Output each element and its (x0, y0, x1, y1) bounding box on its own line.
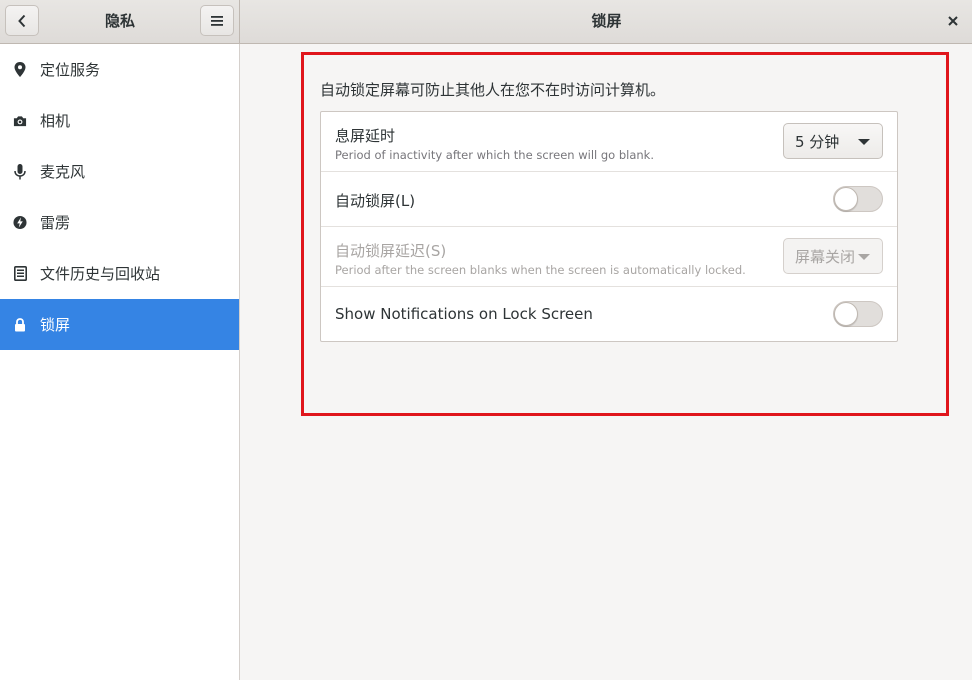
lock-icon (13, 317, 27, 333)
switch-knob (834, 302, 858, 326)
row-title: 自动锁屏延迟(S) (335, 242, 447, 260)
settings-list: 息屏延时 Period of inactivity after which th… (320, 111, 898, 342)
row-subtitle: Period after the screen blanks when the … (335, 263, 746, 277)
main-panel: 自动锁定屏幕可防止其他人在您不在时访问计算机。 息屏延时 Period of i… (241, 44, 972, 680)
document-icon (13, 266, 27, 282)
hamburger-menu-icon (211, 15, 223, 26)
sidebar-item-label: 麦克风 (40, 163, 86, 181)
lock-delay-row: 自动锁屏延迟(S) Period after the screen blanks… (321, 227, 897, 287)
dropdown-arrow-icon (858, 139, 870, 145)
page-title: 锁屏 (591, 12, 622, 30)
camera-icon (13, 113, 27, 129)
sidebar-header: 隐私 (0, 0, 240, 43)
dropdown-value: 5 分钟 (795, 132, 840, 151)
menu-button[interactable] (200, 5, 234, 36)
blank-screen-delay-dropdown[interactable]: 5 分钟 (783, 123, 883, 159)
back-button[interactable] (5, 5, 39, 36)
lock-screen-notifications-row: Show Notifications on Lock Screen (321, 287, 897, 341)
sidebar: 定位服务 相机 麦克风 雷雳 文件历史与回收站 锁屏 (0, 44, 240, 680)
chevron-left-icon (18, 14, 26, 27)
sidebar-item-label: 相机 (40, 112, 71, 130)
close-button[interactable] (942, 10, 964, 32)
blank-screen-delay-row: 息屏延时 Period of inactivity after which th… (321, 112, 897, 172)
row-title: Show Notifications on Lock Screen (335, 305, 593, 323)
sidebar-item-label: 锁屏 (40, 316, 71, 334)
location-pin-icon (13, 62, 27, 78)
lock-delay-dropdown[interactable]: 屏幕关闭 (783, 238, 883, 274)
sidebar-item-thunderbolt[interactable]: 雷雳 (0, 197, 239, 248)
dropdown-arrow-icon (858, 254, 870, 260)
microphone-icon (13, 163, 27, 180)
sidebar-item-label: 文件历史与回收站 (40, 265, 161, 283)
sidebar-item-lock-screen[interactable]: 锁屏 (0, 299, 239, 350)
dropdown-value: 屏幕关闭 (795, 247, 856, 266)
row-title: 自动锁屏(L) (335, 192, 416, 210)
thunderbolt-icon (13, 215, 27, 231)
lock-screen-description: 自动锁定屏幕可防止其他人在您不在时访问计算机。 (320, 81, 666, 99)
sidebar-item-camera[interactable]: 相机 (0, 95, 239, 146)
close-icon (948, 16, 958, 26)
switch-knob (834, 187, 858, 211)
sidebar-item-microphone[interactable]: 麦克风 (0, 146, 239, 197)
notifications-switch[interactable] (833, 301, 883, 327)
auto-lock-switch[interactable] (833, 186, 883, 212)
header-bar: 隐私 锁屏 (0, 0, 972, 44)
row-title: 息屏延时 (335, 127, 396, 145)
row-subtitle: Period of inactivity after which the scr… (335, 148, 654, 162)
sidebar-item-label: 定位服务 (40, 61, 101, 79)
auto-lock-row: 自动锁屏(L) (321, 172, 897, 227)
sidebar-item-label: 雷雳 (40, 214, 71, 232)
sidebar-item-file-history[interactable]: 文件历史与回收站 (0, 248, 239, 299)
sidebar-item-location[interactable]: 定位服务 (0, 44, 239, 95)
